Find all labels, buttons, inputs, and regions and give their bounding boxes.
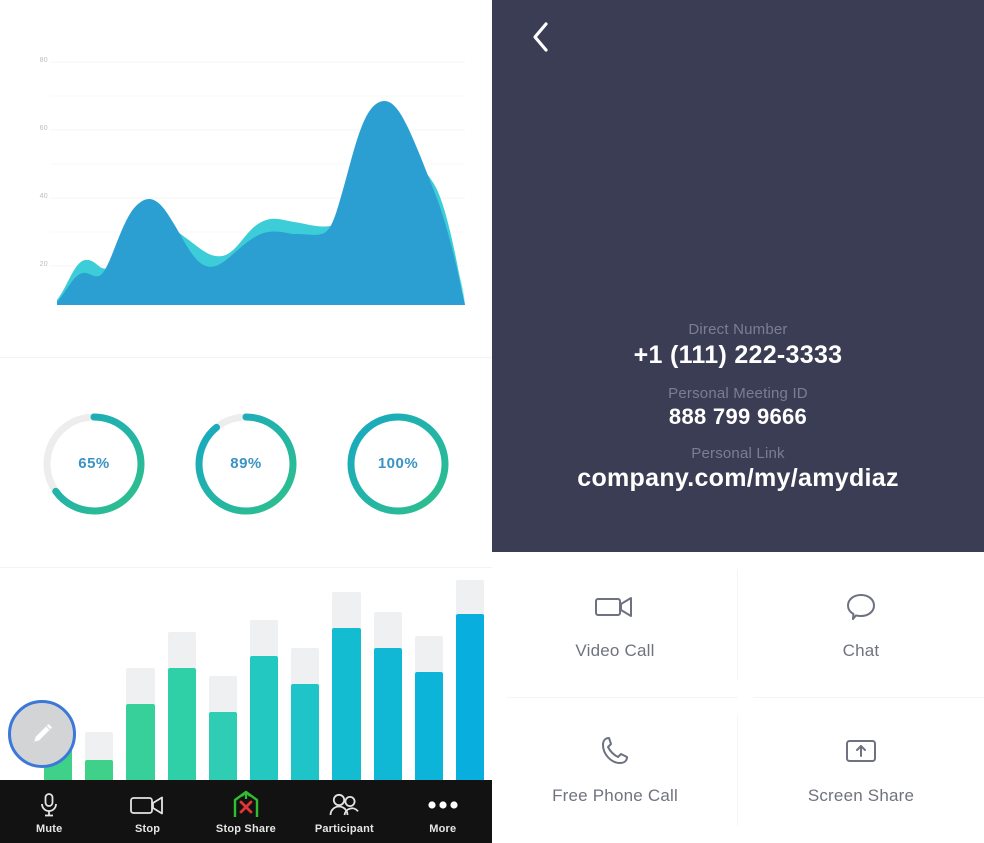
y-tick-40: 40 <box>39 193 48 200</box>
action-video-call[interactable]: Video Call <box>492 552 738 698</box>
donut-gauge: 100% <box>342 408 454 520</box>
detail-personal-link: Personal Link company.com/my/amydiaz <box>492 444 984 495</box>
contact-header <box>492 0 984 78</box>
detail-value[interactable]: 888 799 9666 <box>492 403 984 431</box>
action-chat[interactable]: Chat <box>738 552 984 698</box>
detail-direct-number: Direct Number +1 (111) 222-3333 <box>492 320 984 371</box>
bar-column <box>332 580 361 780</box>
bar-column <box>85 580 114 780</box>
toolbar-participant-button[interactable]: Participant <box>302 788 386 835</box>
detail-personal-meeting-id: Personal Meeting ID 888 799 9666 <box>492 384 984 431</box>
bar-column <box>208 580 237 780</box>
toolbar-stop-share-button[interactable]: Stop Share <box>204 788 288 835</box>
action-label: Screen Share <box>807 786 915 806</box>
donut-gauges-section: 65% 89% 100% <box>0 359 492 568</box>
donut-value: 100% <box>377 455 419 472</box>
area-chart-section: 80 60 40 20 <box>0 0 492 358</box>
action-screen-share[interactable]: Screen Share <box>738 698 984 843</box>
action-label: Free Phone Call <box>552 786 678 806</box>
toolbar-label: Mute <box>35 823 63 835</box>
detail-label: Direct Number <box>688 321 788 338</box>
contact-details: Direct Number +1 (111) 222-3333 Personal… <box>492 320 984 508</box>
donut-gauge: 89% <box>190 408 302 520</box>
y-tick-80: 80 <box>39 57 48 64</box>
participants-icon <box>326 788 362 822</box>
back-button[interactable] <box>520 16 562 58</box>
bar-column <box>126 580 155 780</box>
screen-share-icon <box>844 734 878 768</box>
detail-value[interactable]: company.com/my/amydiaz <box>492 463 984 494</box>
donut-gauge: 65% <box>38 408 150 520</box>
ellipsis-icon <box>426 788 460 822</box>
dashboard-panel: 80 60 40 20 65% 89% 100% Mute Stop Stop … <box>0 0 492 843</box>
donut-row: 65% 89% 100% <box>0 359 492 568</box>
toolbar-more-button[interactable]: More <box>401 788 485 835</box>
donut-value: 65% <box>78 455 110 472</box>
action-label: Chat <box>842 640 880 660</box>
bar-column <box>373 580 402 780</box>
detail-label: Personal Meeting ID <box>668 384 808 402</box>
stop-share-icon <box>230 788 262 822</box>
area-chart-svg <box>50 61 465 305</box>
y-tick-20: 20 <box>39 261 48 268</box>
y-tick-60: 60 <box>39 125 48 132</box>
action-free-phone-call[interactable]: Free Phone Call <box>492 698 738 843</box>
pencil-icon <box>33 723 53 743</box>
section-divider <box>0 567 492 568</box>
bar-column <box>291 580 320 780</box>
microphone-icon <box>36 788 62 822</box>
detail-label: Personal Link <box>691 444 785 462</box>
toolbar-label: Participant <box>314 823 374 835</box>
video-camera-icon <box>593 589 637 623</box>
donut-value: 89% <box>230 455 262 472</box>
chevron-left-icon <box>533 22 548 52</box>
phone-icon <box>600 734 630 768</box>
chat-bubble-icon <box>845 589 877 623</box>
toolbar-stop-video-button[interactable]: Stop <box>106 788 190 835</box>
bar-column <box>249 580 279 780</box>
contact-panel: Amy Diaz amy.diaz@company.com <box>492 0 984 843</box>
bar-column <box>414 580 443 780</box>
toolbar-mute-button[interactable]: Mute <box>7 788 91 835</box>
area-chart: 80 60 40 20 <box>0 0 492 345</box>
bar-chart <box>44 580 485 780</box>
contact-actions: Video Call Chat Free Phone Call Screen S… <box>492 552 984 843</box>
action-label: Video Call <box>575 640 655 660</box>
bar-column <box>455 580 485 780</box>
toolbar-label: Stop Share <box>215 823 276 835</box>
toolbar-label: Stop <box>134 823 161 835</box>
detail-value[interactable]: +1 (111) 222-3333 <box>492 340 984 371</box>
toolbar-label: More <box>429 823 457 835</box>
meeting-toolbar: Mute Stop Stop Share Participant More <box>0 780 492 843</box>
edit-fab-button[interactable] <box>8 700 76 768</box>
app-root: 80 60 40 20 65% 89% 100% Mute Stop Stop … <box>0 0 984 843</box>
area-series-1 <box>57 100 465 305</box>
section-divider <box>0 357 492 358</box>
video-camera-icon <box>129 788 167 822</box>
bar-column <box>167 580 196 780</box>
